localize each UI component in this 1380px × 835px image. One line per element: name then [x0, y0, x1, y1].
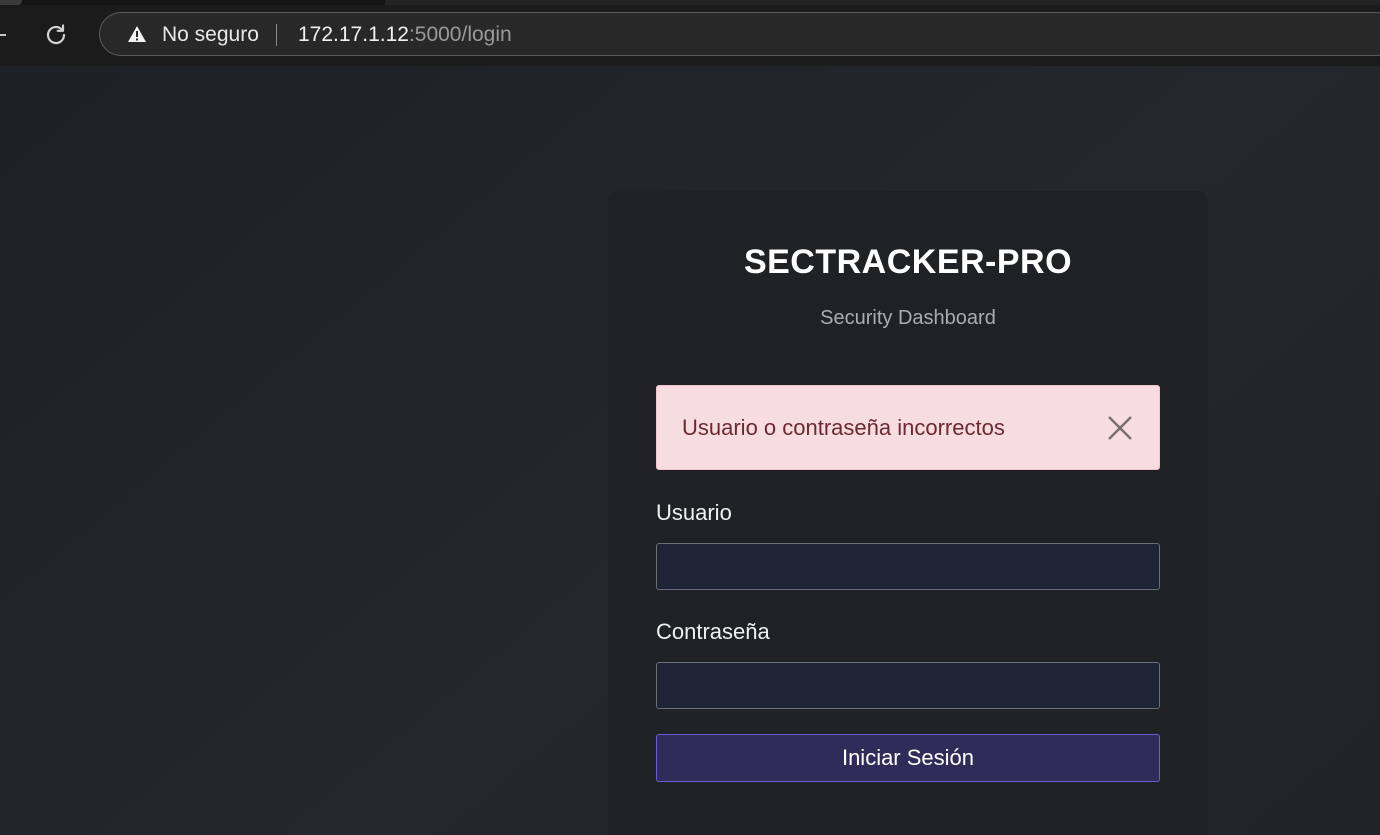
back-arrow-icon[interactable] — [0, 22, 8, 48]
browser-toolbar: No seguro 172.17.1.12:5000/login — [0, 0, 1380, 67]
url-path: :5000/login — [408, 23, 512, 46]
url-host: 172.17.1.12 — [298, 23, 409, 46]
error-message: Usuario o contraseña incorrectos — [682, 415, 1005, 440]
username-label: Usuario — [656, 500, 732, 525]
password-input[interactable] — [656, 662, 1160, 709]
login-card: SECTRACKER-PRO Security Dashboard Usuari… — [608, 191, 1208, 835]
login-button[interactable]: Iniciar Sesión — [656, 734, 1160, 782]
url-text[interactable]: 172.17.1.12:5000/login — [298, 23, 512, 47]
error-alert: Usuario o contraseña incorrectos — [656, 385, 1160, 470]
username-input[interactable] — [656, 543, 1160, 590]
address-divider — [276, 24, 277, 46]
address-bar[interactable]: No seguro 172.17.1.12:5000/login — [99, 12, 1380, 56]
warning-triangle-icon[interactable] — [127, 25, 147, 43]
reload-button[interactable] — [40, 19, 72, 51]
password-label: Contraseña — [656, 619, 770, 644]
app-title: SECTRACKER-PRO — [743, 243, 1073, 281]
back-arrow-icon-svg — [0, 34, 6, 36]
tab-edge[interactable] — [0, 0, 22, 5]
security-status-label[interactable]: No seguro — [162, 23, 259, 47]
tab-strip-background — [385, 0, 1380, 5]
page-background: SECTRACKER-PRO Security Dashboard Usuari… — [0, 66, 1380, 835]
close-icon[interactable] — [1105, 413, 1135, 443]
app-subtitle: Security Dashboard — [820, 307, 996, 329]
reload-icon — [46, 24, 66, 45]
